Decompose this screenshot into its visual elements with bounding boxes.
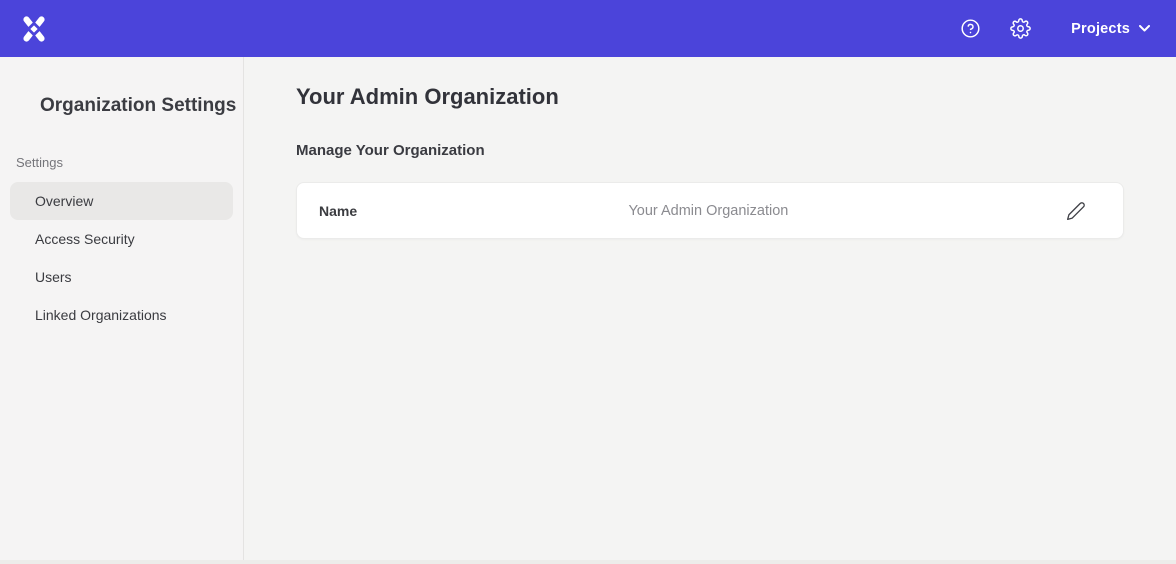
gear-icon xyxy=(1010,18,1031,39)
sidebar-item-label: Users xyxy=(35,269,72,285)
sidebar-item-overview[interactable]: Overview xyxy=(10,182,233,220)
settings-button[interactable] xyxy=(1009,18,1031,40)
edit-name-button[interactable] xyxy=(1065,200,1087,222)
chevron-down-icon xyxy=(1139,25,1150,32)
sidebar-nav: Overview Access Security Users Linked Or… xyxy=(0,182,243,334)
projects-label: Projects xyxy=(1071,21,1130,37)
name-field-value: Your Admin Organization xyxy=(628,203,788,219)
top-navbar: Projects xyxy=(0,0,1176,57)
sidebar-title: Organization Settings xyxy=(0,95,243,117)
sidebar-item-users[interactable]: Users xyxy=(10,258,233,296)
sidebar-section-label: Settings xyxy=(0,155,243,170)
sidebar-item-label: Access Security xyxy=(35,231,135,247)
help-circle-icon xyxy=(960,18,981,39)
sidebar-item-label: Overview xyxy=(35,193,93,209)
sidebar-item-label: Linked Organizations xyxy=(35,307,167,323)
page-title: Your Admin Organization xyxy=(296,83,1124,111)
section-title: Manage Your Organization xyxy=(296,141,1124,161)
name-field-label: Name xyxy=(319,203,357,219)
projects-dropdown[interactable]: Projects xyxy=(1071,21,1150,37)
navbar-right-group: Projects xyxy=(959,18,1150,40)
pencil-icon xyxy=(1066,201,1086,221)
help-button[interactable] xyxy=(959,18,981,40)
main-content: Your Admin Organization Manage Your Orga… xyxy=(245,57,1176,564)
name-field-card: Name Your Admin Organization xyxy=(296,182,1124,239)
sidebar-item-linked-organizations[interactable]: Linked Organizations xyxy=(10,296,233,334)
page-bottom-edge xyxy=(0,560,1176,564)
sidebar: Organization Settings Settings Overview … xyxy=(0,57,244,564)
sidebar-item-access-security[interactable]: Access Security xyxy=(10,220,233,258)
brand-x-logo-icon[interactable] xyxy=(20,15,48,43)
